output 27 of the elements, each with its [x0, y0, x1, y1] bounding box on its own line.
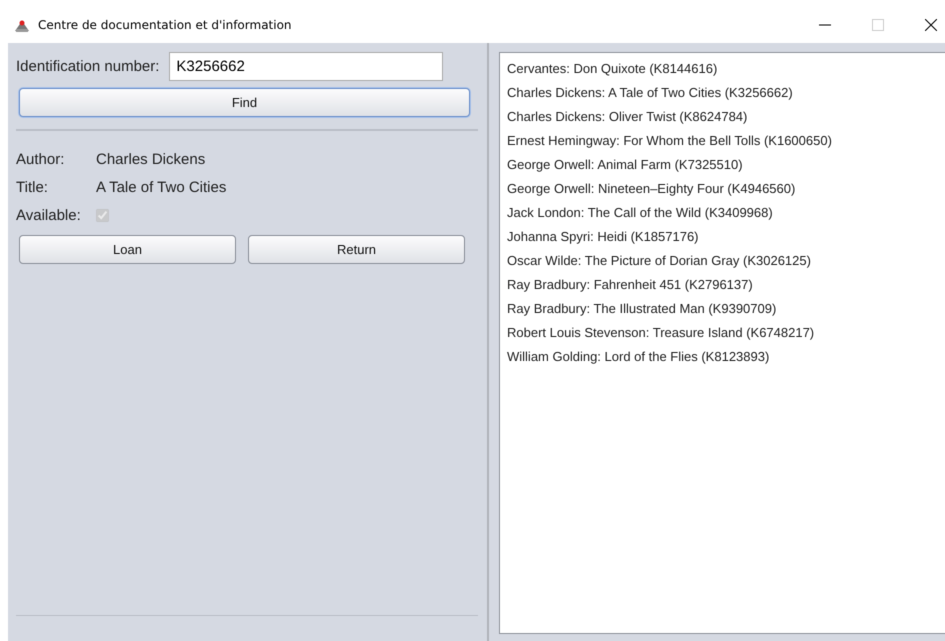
book-list-item[interactable]: William Golding: Lord of the Flies (K8123893) — [507, 345, 945, 369]
find-button[interactable]: Find — [19, 88, 470, 117]
book-list-item[interactable]: Oscar Wilde: The Picture of Dorian Gray (K3026125) — [507, 249, 945, 273]
book-list-item[interactable]: Ernest Hemingway: For Whom the Bell Tolls (K1600650) — [507, 129, 945, 153]
book-list-item[interactable]: Robert Louis Stevenson: Treasure Island (K6748217) — [507, 321, 945, 345]
book-list-item[interactable]: Cervantes: Don Quixote (K8144616) — [507, 57, 945, 81]
detail-value: Charles Dickens — [96, 150, 206, 168]
book-list-item[interactable]: Johanna Spyri: Heidi (K1857176) — [507, 225, 945, 249]
book-list-item[interactable]: Jack London: The Call of the Wild (K3409968) — [507, 201, 945, 225]
book-list-item[interactable]: Ray Bradbury: The Illustrated Man (K9390709) — [507, 297, 945, 321]
identification-field[interactable]: K3256662 — [169, 52, 444, 81]
book-list-item[interactable]: Ray Bradbury: Fahrenheit 451 (K2796137) — [507, 273, 945, 297]
maximize-icon — [872, 18, 884, 30]
detail-label: Title: — [16, 178, 49, 196]
book-list-item[interactable]: George Orwell: Animal Farm (K7325510) — [507, 153, 945, 177]
book-list-item[interactable]: Charles Dickens: Oliver Twist (K8624784) — [507, 105, 945, 129]
book-list-item[interactable]: George Orwell: Nineteen–Eighty Four (K4946560) — [507, 177, 945, 201]
detail-value: A Tale of Two Cities — [96, 178, 226, 196]
field-label: Identification number: — [16, 58, 160, 75]
book-list[interactable] — [499, 52, 945, 634]
window-title: Centre de documentation et d'information — [38, 18, 292, 32]
book-list-item[interactable]: Charles Dickens: A Tale of Two Cities (K3256662) — [507, 81, 945, 105]
detail-label: Author: — [16, 150, 66, 168]
detail-label: Available: — [16, 206, 82, 224]
action-button[interactable]: Return — [248, 235, 465, 264]
close-icon[interactable] — [925, 18, 937, 30]
action-button[interactable]: Loan — [19, 235, 236, 264]
